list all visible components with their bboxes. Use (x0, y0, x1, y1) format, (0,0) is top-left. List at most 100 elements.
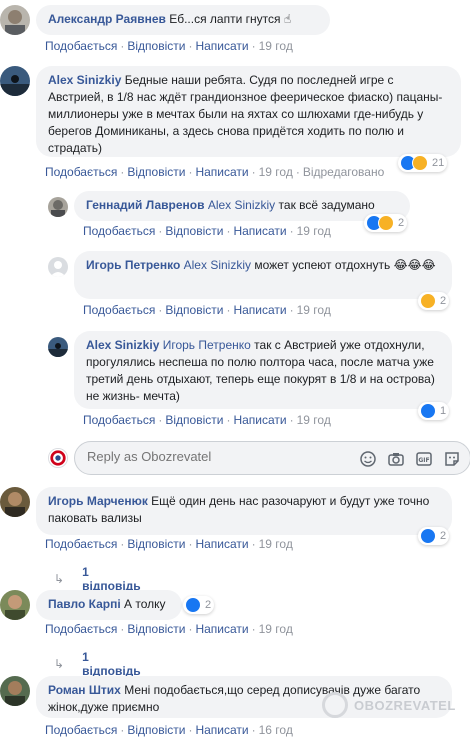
comment-author[interactable]: Геннадий Лавренов (86, 198, 204, 212)
view-replies-link[interactable]: ↳ 1 відповідь (54, 650, 141, 678)
reaction-count: 21 (432, 157, 445, 169)
avatar[interactable] (0, 487, 30, 517)
reply-link[interactable]: Відповісти (127, 723, 185, 737)
reply-box[interactable]: GIF (74, 441, 470, 475)
comment-actions: Подобається · Відповісти · Написати · 19 год (83, 413, 331, 427)
comment-text: может успеют отдохнуть 😂😂😂 (254, 258, 436, 272)
like-reaction-icon (420, 528, 436, 544)
comment-bubble: Александр Раявнев Еб...ся лапти гнутся ☝ (36, 5, 330, 35)
comment-bubble: Павло Карпі А толку (36, 590, 182, 620)
like-link[interactable]: Подобається (45, 39, 117, 53)
reaction-summary[interactable]: 2 (418, 527, 450, 545)
comment-author[interactable]: Alex Sinizkiy (48, 73, 121, 87)
reaction-summary[interactable]: 2 (183, 596, 215, 614)
reply-link[interactable]: Відповісти (127, 165, 185, 179)
avatar[interactable] (0, 590, 30, 620)
watermark-logo-icon (322, 692, 348, 718)
reply-link[interactable]: Відповісти (127, 622, 185, 636)
mention-link[interactable]: Игорь Петренко (163, 338, 251, 352)
mention-link[interactable]: Alex Sinizkiy (184, 258, 251, 272)
timestamp[interactable]: 16 год (259, 723, 293, 737)
reaction-count: 2 (440, 295, 447, 307)
haha-reaction-icon (420, 293, 436, 309)
like-link[interactable]: Подобається (45, 537, 117, 551)
emoji-icon[interactable] (359, 450, 377, 468)
like-link[interactable]: Подобається (83, 413, 155, 427)
write-link[interactable]: Написати (233, 413, 286, 427)
comment-author[interactable]: Alex Sinizkiy (86, 338, 159, 352)
write-link[interactable]: Написати (195, 622, 248, 636)
comment-author[interactable]: Павло Карпі (48, 597, 121, 611)
avatar[interactable] (48, 197, 68, 217)
comment-text: Еб...ся лапти гнутся ☝ (169, 12, 292, 26)
write-link[interactable]: Написати (233, 224, 286, 238)
avatar[interactable] (0, 676, 30, 706)
timestamp[interactable]: 19 год (259, 622, 293, 636)
svg-text:GIF: GIF (418, 457, 429, 464)
comment-actions: Подобається · Відповісти · Написати · 19 год (83, 303, 331, 317)
comment-author[interactable]: Роман Штих (48, 683, 121, 697)
comment-bubble: Alex Sinizkiy Игорь Петренко так с Австр… (74, 331, 452, 409)
like-link[interactable]: Подобається (83, 224, 155, 238)
haha-reaction-icon (412, 155, 428, 171)
camera-icon[interactable] (387, 450, 405, 468)
replies-count[interactable]: 1 відповідь (82, 650, 141, 678)
like-link[interactable]: Подобається (45, 723, 117, 737)
reaction-count: 2 (398, 217, 405, 229)
reaction-summary[interactable]: 2 (364, 214, 408, 232)
replies-count[interactable]: 1 відповідь (82, 565, 141, 593)
edited-label[interactable]: Відредаговано (303, 165, 384, 179)
write-link[interactable]: Написати (233, 303, 286, 317)
reaction-summary[interactable]: 2 (418, 292, 450, 310)
write-link[interactable]: Написати (195, 165, 248, 179)
reply-link[interactable]: Відповісти (165, 413, 223, 427)
timestamp[interactable]: 19 год (297, 303, 331, 317)
view-replies-link[interactable]: ↳ 1 відповідь (54, 565, 141, 593)
reply-link[interactable]: Відповісти (127, 537, 185, 551)
comment-actions: Подобається · Відповісти · Написати · 16 год (45, 723, 293, 737)
reaction-summary[interactable]: 21 (398, 154, 448, 172)
comment-author[interactable]: Игорь Петренко (86, 258, 180, 272)
reaction-summary[interactable]: 1 (418, 402, 450, 420)
like-link[interactable]: Подобається (45, 622, 117, 636)
timestamp[interactable]: 19 год (259, 537, 293, 551)
comment-bubble: Игорь Марченюк Ещё один день нас разочар… (36, 487, 452, 535)
write-link[interactable]: Написати (195, 723, 248, 737)
avatar[interactable] (48, 257, 68, 277)
avatar[interactable] (48, 337, 68, 357)
write-link[interactable]: Написати (195, 537, 248, 551)
like-link[interactable]: Подобається (83, 303, 155, 317)
timestamp[interactable]: 19 год (259, 165, 293, 179)
timestamp[interactable]: 19 год (297, 413, 331, 427)
mention-link[interactable]: Alex Sinizkiy (208, 198, 275, 212)
obozrevatel-avatar (48, 448, 68, 468)
comment-actions: Подобається · Відповісти · Написати · 19 год · В… (45, 165, 385, 179)
comment-text: А толку (124, 597, 166, 611)
comment-actions: Подобається · Відповісти · Написати · 19 год (83, 224, 331, 238)
reply-input[interactable] (87, 449, 337, 464)
comment-bubble: Alex Sinizkiy Бедные наши ребята. Судя п… (36, 66, 461, 157)
like-reaction-icon (420, 403, 436, 419)
like-reaction-icon (185, 597, 201, 613)
timestamp[interactable]: 19 год (259, 39, 293, 53)
reply-link[interactable]: Відповісти (127, 39, 185, 53)
reply-link[interactable]: Відповісти (165, 224, 223, 238)
timestamp[interactable]: 19 год (297, 224, 331, 238)
watermark-text: OBOZREVATEL (354, 697, 456, 713)
reaction-count: 2 (205, 599, 212, 611)
comment-author[interactable]: Александр Раявнев (48, 12, 166, 26)
reaction-count: 2 (440, 530, 447, 542)
comment-actions: Подобається · Відповісти · Написати · 19 год (45, 39, 293, 53)
comment-text: так всё задумано (278, 198, 375, 212)
comment-actions: Подобається · Відповісти · Написати · 19 год (45, 537, 293, 551)
reply-arrow-icon: ↳ (54, 657, 65, 671)
avatar[interactable] (0, 66, 30, 96)
reply-link[interactable]: Відповісти (165, 303, 223, 317)
sticker-icon[interactable] (443, 450, 461, 468)
gif-icon[interactable]: GIF (415, 450, 433, 468)
comment-bubble: Геннадий Лавренов Alex Sinizkiy так всё … (74, 191, 410, 221)
like-link[interactable]: Подобається (45, 165, 117, 179)
write-link[interactable]: Написати (195, 39, 248, 53)
avatar[interactable] (0, 5, 30, 35)
comment-author[interactable]: Игорь Марченюк (48, 494, 148, 508)
